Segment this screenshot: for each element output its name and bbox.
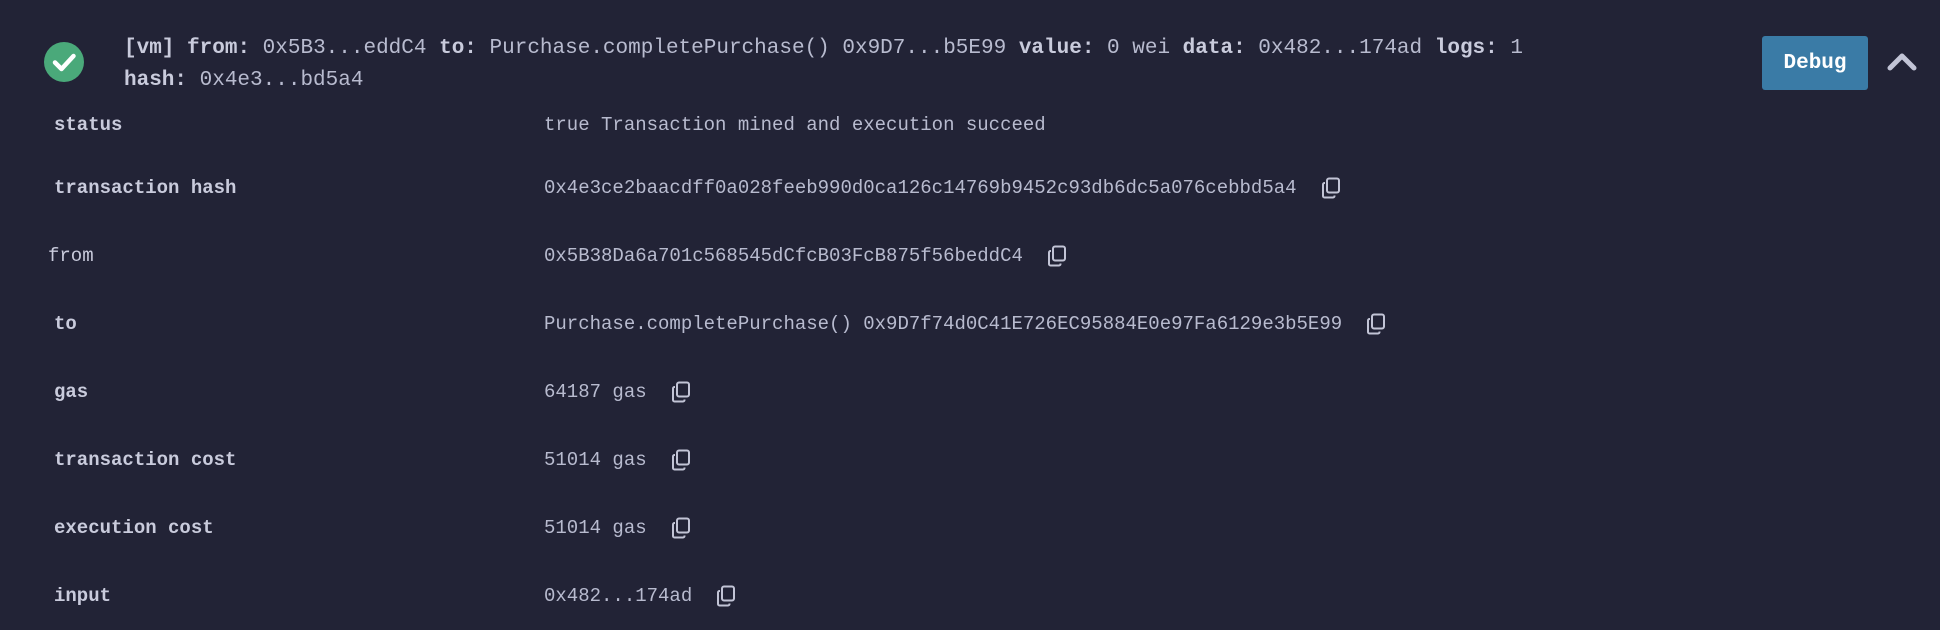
logs-value: 1 xyxy=(1510,37,1523,60)
detail-row-status: status true Transaction mined and executi… xyxy=(0,96,1940,154)
logs-key: logs: xyxy=(1434,37,1498,60)
detail-label: input xyxy=(54,585,112,607)
copy-icon[interactable] xyxy=(671,381,691,403)
detail-value: 51014 gas xyxy=(544,449,647,471)
copy-icon[interactable] xyxy=(671,449,691,471)
to-value: Purchase.completePurchase() 0x9D7...b5E9… xyxy=(489,37,1007,60)
detail-value-wrap: 0x4e3ce2baacdff0a028feeb990d0ca126c14769… xyxy=(544,177,1341,199)
detail-row-to: to Purchase.completePurchase() 0x9D7f74d0… xyxy=(0,290,1940,358)
copy-icon[interactable] xyxy=(1047,245,1067,267)
from-key: from: xyxy=(187,37,251,60)
detail-label: transaction cost xyxy=(54,449,237,471)
detail-value-wrap: Purchase.completePurchase() 0x9D7f74d0C4… xyxy=(544,313,1386,335)
copy-icon[interactable] xyxy=(671,517,691,539)
detail-label: execution cost xyxy=(54,517,214,539)
check-circle-icon xyxy=(44,42,84,82)
data-key: data: xyxy=(1182,37,1246,60)
detail-label: gas xyxy=(54,381,89,403)
detail-row-transaction-cost: transaction cost 51014 gas xyxy=(0,426,1940,494)
transaction-header[interactable]: [vm] from: 0x5B3...eddC4 to: Purchase.co… xyxy=(0,0,1940,100)
env-tag: [vm] xyxy=(124,37,175,60)
transaction-summary: [vm] from: 0x5B3...eddC4 to: Purchase.co… xyxy=(124,33,1744,97)
copy-icon[interactable] xyxy=(1366,313,1386,335)
detail-value: 0x482...174ad xyxy=(544,585,693,607)
detail-row-input: input 0x482...174ad xyxy=(0,562,1940,630)
detail-label: transaction hash xyxy=(54,177,237,199)
detail-label: from xyxy=(48,245,94,267)
detail-value: 64187 gas xyxy=(544,381,647,403)
detail-value-wrap: 51014 gas xyxy=(544,517,691,539)
copy-icon[interactable] xyxy=(1321,177,1341,199)
detail-row-execution-cost: execution cost 51014 gas xyxy=(0,494,1940,562)
detail-value-wrap: 51014 gas xyxy=(544,449,691,471)
debug-button[interactable]: Debug xyxy=(1762,36,1868,90)
detail-row-transaction-hash: transaction hash 0x4e3ce2baacdff0a028feeb… xyxy=(0,154,1940,222)
detail-label: status xyxy=(54,114,123,136)
detail-value-wrap: 0x482...174ad xyxy=(544,585,736,607)
value-key: value: xyxy=(1018,37,1095,60)
value-value: 0 wei xyxy=(1107,37,1171,60)
transaction-details: status true Transaction mined and executi… xyxy=(0,96,1940,630)
copy-icon[interactable] xyxy=(716,585,736,607)
detail-label: to xyxy=(54,313,77,335)
detail-value: true Transaction mined and execution suc… xyxy=(544,114,1046,136)
detail-value-wrap: true Transaction mined and execution suc… xyxy=(544,114,1046,136)
detail-value: 51014 gas xyxy=(544,517,647,539)
detail-value-wrap: 0x5B38Da6a701c568545dCfcB03FcB875f56bedd… xyxy=(544,245,1067,267)
detail-row-gas: gas 64187 gas xyxy=(0,358,1940,426)
hash-key: hash: xyxy=(124,69,188,92)
hash-value: 0x4e3...bd5a4 xyxy=(199,69,364,92)
to-key: to: xyxy=(439,37,477,60)
detail-value-wrap: 64187 gas xyxy=(544,381,691,403)
detail-value: 0x4e3ce2baacdff0a028feeb990d0ca126c14769… xyxy=(544,177,1297,199)
from-value: 0x5B3...eddC4 xyxy=(262,37,427,60)
chevron-up-icon[interactable] xyxy=(1884,46,1920,76)
detail-row-from: from 0x5B38Da6a701c568545dCfcB03FcB875f56… xyxy=(0,222,1940,290)
data-value: 0x482...174ad xyxy=(1258,37,1423,60)
detail-value: 0x5B38Da6a701c568545dCfcB03FcB875f56bedd… xyxy=(544,245,1023,267)
detail-value: Purchase.completePurchase() 0x9D7f74d0C4… xyxy=(544,313,1343,335)
